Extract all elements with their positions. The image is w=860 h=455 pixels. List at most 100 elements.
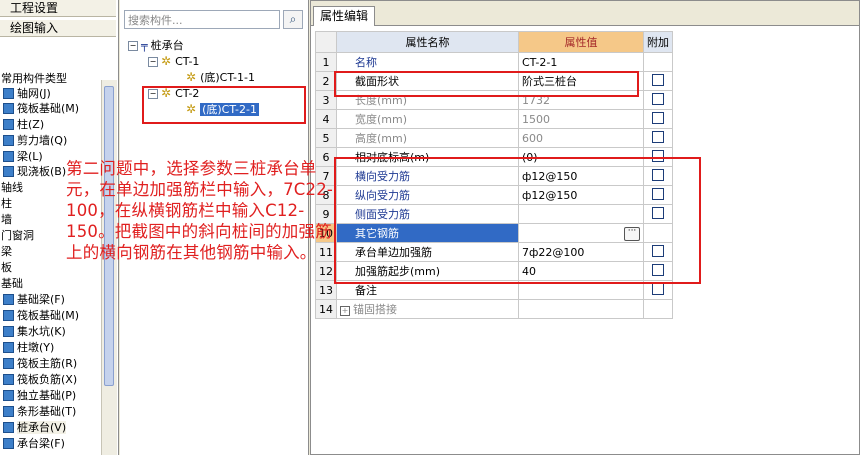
property-name-label: 名称 <box>355 56 377 69</box>
checkbox[interactable] <box>652 131 664 143</box>
sidebar-item[interactable]: 集水坑(K) <box>0 324 66 339</box>
property-value[interactable]: 600 <box>518 128 644 148</box>
tree-node-label: CT-1 <box>175 55 200 68</box>
collapse-icon[interactable]: − <box>148 57 158 67</box>
sidebar-item[interactable]: 板 <box>0 260 12 275</box>
raft-main-rebar-icon <box>3 358 14 369</box>
sidebar-item[interactable]: 轴网(J) <box>0 86 51 101</box>
search-input[interactable]: 搜索构件... <box>124 10 280 29</box>
property-name[interactable]: 名称 <box>336 52 519 72</box>
row-number: 1 <box>315 52 337 72</box>
sidebar-item-label: 筏板基础(M) <box>17 309 80 322</box>
sidebar-item-label: 门窗洞 <box>1 229 34 242</box>
sidebar-item-label: 柱 <box>1 197 12 210</box>
sidebar-item[interactable]: 筏板负筋(X) <box>0 372 77 387</box>
property-value[interactable]: 1500 <box>518 109 644 129</box>
property-name-label: 锚固搭接 <box>353 303 397 316</box>
sidebar-item[interactable]: 剪力墙(Q) <box>0 133 67 148</box>
sidebar-item[interactable]: 柱 <box>0 196 12 211</box>
sidebar-item-label: 墙 <box>1 213 12 226</box>
sidebar-item[interactable]: 承台梁(F) <box>0 436 65 451</box>
checkbox[interactable] <box>652 283 664 295</box>
row-number: 14 <box>315 299 337 319</box>
cap-beam-icon <box>3 438 14 449</box>
drawing-input-button[interactable]: 绘图输入 <box>0 20 116 37</box>
sidebar-item-label: 柱墩(Y) <box>17 341 55 354</box>
property-name[interactable]: + 锚固搭接 <box>336 299 519 319</box>
header-value: 属性值 <box>518 31 644 53</box>
table-row[interactable]: 14 + 锚固搭接 <box>315 299 673 319</box>
property-name-label: 备注 <box>355 284 377 297</box>
sidebar-item-label: 筏板主筋(R) <box>17 357 78 370</box>
left-scrollbar[interactable] <box>101 80 117 455</box>
sidebar-item-label: 梁(L) <box>17 150 43 163</box>
sidebar-item-label: 筏板负筋(X) <box>17 373 78 386</box>
sidebar-item[interactable]: 梁 <box>0 244 12 259</box>
highlight-box-tree <box>142 86 306 124</box>
extra-cell <box>643 128 673 148</box>
gear-icon: ✲ <box>161 54 172 68</box>
sidebar-item[interactable]: 柱(Z) <box>0 117 44 132</box>
property-value-text: 600 <box>522 131 543 145</box>
tab-strip: 属性编辑 <box>311 1 859 26</box>
sidebar-item[interactable]: 基础 <box>0 276 23 291</box>
collapse-icon[interactable]: − <box>128 41 138 51</box>
sidebar-item[interactable]: 门窗洞 <box>0 228 34 243</box>
sidebar-item[interactable]: 现浇板(B) <box>0 164 66 179</box>
project-settings-button[interactable]: 工程设置 <box>0 0 116 17</box>
table-row[interactable]: 1 名称 CT-2-1 <box>315 52 673 72</box>
column-icon <box>3 119 14 130</box>
sidebar-item-label: 剪力墙(Q) <box>17 134 68 147</box>
table-row[interactable]: 5 高度(mm) 600 <box>315 128 673 148</box>
tree-leaf-label: (底)CT-1-1 <box>200 71 255 84</box>
sidebar-item[interactable]: 条形基础(T) <box>0 404 76 419</box>
tree-node-ct1[interactable]: − ✲ CT-1 <box>148 54 199 69</box>
property-value[interactable]: CT-2-1 <box>518 52 644 72</box>
sidebar-item[interactable]: 墙 <box>0 212 12 227</box>
sump-pit-icon <box>3 326 14 337</box>
sidebar-item[interactable]: 轴线 <box>0 180 23 195</box>
sidebar-item-label: 现浇板(B) <box>17 165 67 178</box>
sidebar-item-label: 筏板基础(M) <box>17 102 80 115</box>
category-title: 常用构件类型 <box>1 72 67 85</box>
property-name-label: 高度(mm) <box>355 132 408 145</box>
sidebar-item[interactable]: 梁(L) <box>0 149 43 164</box>
sidebar-item-label: 基础梁(F) <box>17 293 65 306</box>
beam-icon <box>3 151 14 162</box>
table-row[interactable]: 4 宽度(mm) 1500 <box>315 109 673 129</box>
highlight-box-rebar <box>334 157 701 284</box>
sidebar-item-label: 承台梁(F) <box>17 437 65 450</box>
property-name[interactable]: 宽度(mm) <box>336 109 519 129</box>
sidebar-item[interactable]: 筏板基础(M) <box>0 101 79 116</box>
extra-cell <box>643 52 673 72</box>
checkbox[interactable] <box>652 93 664 105</box>
search-icon[interactable]: ⌕ <box>283 10 303 29</box>
annotation-text: 第二问题中，选择参数三桩承台单元，在单边加强筋栏中输入，7C22-100，在纵横… <box>66 159 334 262</box>
sidebar-item[interactable]: 独立基础(P) <box>0 388 76 403</box>
sidebar-item[interactable]: 筏板主筋(R) <box>0 356 77 371</box>
property-value-text: CT-2-1 <box>522 55 558 69</box>
property-value-text: 1500 <box>522 112 550 126</box>
sidebar-item-label: 基础 <box>1 277 23 290</box>
sidebar-item[interactable]: 桩承台(V) <box>0 420 67 435</box>
property-name-label: 宽度(mm) <box>355 113 408 126</box>
expand-icon[interactable]: + <box>340 306 350 316</box>
row-number: 4 <box>315 109 337 129</box>
sidebar-item-label: 轴线 <box>1 181 23 194</box>
sidebar-item[interactable]: 筏板基础(M) <box>0 308 79 323</box>
sidebar-item[interactable]: 基础梁(F) <box>0 292 65 307</box>
tab-property-edit[interactable]: 属性编辑 <box>313 6 376 26</box>
tree-leaf-ct1-1[interactable]: ✲ (底)CT-1-1 <box>186 70 255 85</box>
raft-foundation-icon <box>3 310 14 321</box>
extra-cell <box>643 299 673 319</box>
sidebar-item-label: 轴网(J) <box>17 87 51 100</box>
table-header: 属性名称 属性值 附加 <box>315 31 673 53</box>
strip-footing-icon <box>3 406 14 417</box>
tree-root[interactable]: − ╤ 桩承台 <box>128 38 184 53</box>
property-name[interactable]: 高度(mm) <box>336 128 519 148</box>
sidebar-item-label: 梁 <box>1 245 12 258</box>
checkbox[interactable] <box>652 74 664 86</box>
sidebar-item[interactable]: 柱墩(Y) <box>0 340 54 355</box>
checkbox[interactable] <box>652 112 664 124</box>
property-value[interactable] <box>518 299 644 319</box>
